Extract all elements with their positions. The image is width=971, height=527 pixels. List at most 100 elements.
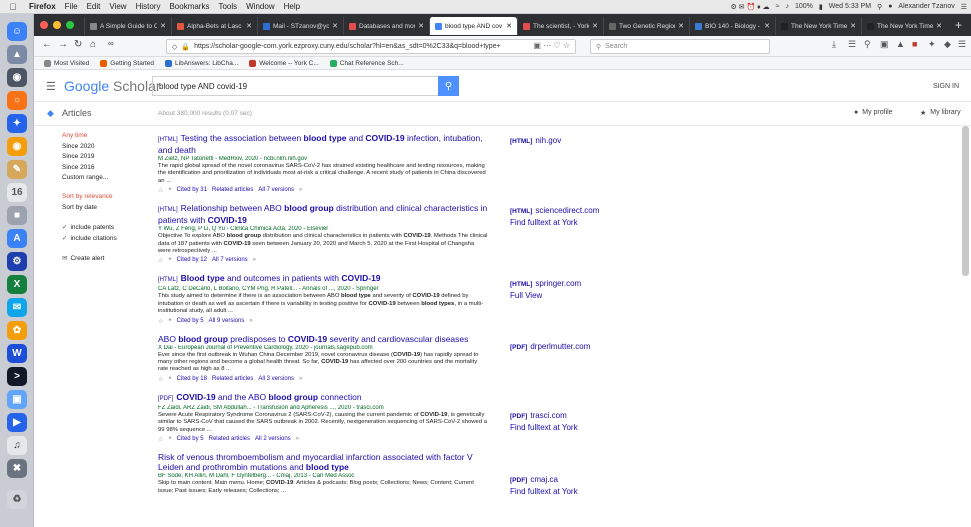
terminal-icon[interactable]: > (7, 367, 27, 386)
new-tab-button[interactable]: + (955, 18, 962, 32)
extension-icon[interactable]: ■ (912, 39, 917, 49)
photos-icon[interactable]: ✿ (7, 321, 27, 340)
trash-icon[interactable]: ♻ (7, 490, 27, 509)
page-scrollbar[interactable] (962, 126, 969, 276)
browser-tab[interactable]: Databases and mor ✕ (343, 17, 429, 35)
zoom-window-button[interactable] (66, 21, 74, 29)
browser-tab[interactable]: The New York Time ✕ (861, 17, 947, 35)
more-icon[interactable]: » (253, 257, 256, 264)
all-versions-link[interactable]: All 3 versions (258, 376, 294, 383)
fulltext-link[interactable]: [PDF] drperlmutter.com (510, 341, 590, 353)
tab-close-icon[interactable]: ✕ (506, 22, 512, 30)
find-fulltext-link[interactable]: Find fulltext at York (510, 422, 578, 433)
home-button[interactable]: ⌂ (90, 39, 96, 50)
status-icons[interactable]: ⚙ ✉ ⏰ ♦ ☁ (730, 3, 769, 11)
wifi-icon[interactable]: ≈ (776, 3, 780, 10)
result-title[interactable]: [HTML] Blood type and outcomes in patient… (158, 273, 488, 285)
browser-tab[interactable]: The scientist, - York ✕ (517, 17, 603, 35)
fulltext-link[interactable]: [PDF] trasci.com Find fulltext at York (510, 410, 578, 433)
result-title[interactable]: [HTML] Testing the association between bl… (158, 133, 488, 155)
my-profile-link[interactable]: ● My profile (854, 109, 893, 116)
bookmark-item[interactable]: Chat Reference Sch... (329, 59, 404, 67)
url-bar[interactable]: ◇ 🔒 https://scholar-google-com.york.ezpr… (166, 39, 576, 54)
browser-tab[interactable]: Mail - STzanov@yo ✕ (257, 17, 343, 35)
browser-tab[interactable]: The New York Time ✕ (775, 17, 861, 35)
extension-icon[interactable]: ◆ (944, 39, 951, 50)
finder-icon[interactable]: ☺ (7, 22, 27, 41)
cited-by-link[interactable]: Cited by 5 (177, 318, 204, 325)
extension-icon[interactable]: ▲ (896, 39, 905, 49)
scholar-search-input[interactable]: blood type AND covid-19 (152, 76, 438, 96)
cite-quote-icon[interactable]: ❝ (168, 257, 171, 264)
browser-tab-active[interactable]: blood type AND cov ✕ (429, 17, 517, 35)
save-star-icon[interactable]: ☆ (158, 257, 163, 264)
word-icon[interactable]: W (7, 344, 27, 363)
tab-close-icon[interactable]: ✕ (418, 22, 424, 30)
my-library-link[interactable]: ★ My library (920, 109, 961, 117)
utility-icon[interactable]: ✖ (7, 459, 27, 478)
cite-quote-icon[interactable]: ❝ (168, 187, 171, 194)
zotero-icon[interactable]: ⚲ (864, 39, 871, 50)
find-fulltext-link[interactable]: Find fulltext at York (510, 486, 578, 497)
itunes-icon[interactable]: ♫ (7, 436, 27, 455)
downloads-icon[interactable]: ⤓ (832, 39, 836, 50)
preview-icon[interactable]: ■ (7, 206, 27, 225)
all-versions-link[interactable]: All 9 versions (209, 318, 245, 325)
menu-bookmarks[interactable]: Bookmarks (169, 2, 209, 11)
menu-file[interactable]: File (65, 2, 78, 11)
related-articles-link[interactable]: Related articles (212, 187, 253, 194)
fulltext-link[interactable]: [PDF] cmaj.ca Find fulltext at York (510, 474, 578, 497)
create-alert-link[interactable]: ✉ Create alert (62, 254, 152, 262)
cited-by-link[interactable]: Cited by 31 (177, 187, 207, 194)
articles-label[interactable]: Articles (62, 108, 92, 118)
spotlight-icon[interactable]: ⚲ (877, 3, 882, 11)
bookmark-item[interactable]: Welcome -- York C... (249, 59, 319, 67)
menu-tools[interactable]: Tools (218, 2, 237, 11)
fulltext-link[interactable]: [HTML] sciencedirect.com Find fulltext at … (510, 205, 599, 228)
app-store-icon[interactable]: A (7, 229, 27, 248)
tab-close-icon[interactable]: ✕ (850, 22, 856, 30)
tab-close-icon[interactable]: ✕ (160, 22, 166, 30)
all-versions-link[interactable]: All 2 versions (255, 436, 291, 443)
close-window-button[interactable] (40, 21, 48, 29)
volume-icon[interactable]: ♪ (786, 3, 790, 10)
menu-view[interactable]: View (109, 2, 126, 11)
menu-edit[interactable]: Edit (87, 2, 101, 11)
fulltext-link[interactable]: [HTML] nih.gov (510, 135, 561, 147)
excel-icon[interactable]: X (7, 275, 27, 294)
battery-percent[interactable]: 100% (795, 3, 813, 10)
firefox-icon[interactable]: ○ (7, 91, 27, 110)
tab-close-icon[interactable]: ✕ (246, 22, 252, 30)
cited-by-link[interactable]: Cited by 5 (177, 436, 204, 443)
safari-icon[interactable]: ✦ (7, 114, 27, 133)
zoom-icon[interactable]: ▶ (7, 413, 27, 432)
scholar-search-button[interactable]: ⚲ (438, 76, 459, 96)
system-preferences-icon[interactable]: ⚙ (7, 252, 27, 271)
browser-tab[interactable]: Alpha-Bets at Lasc ✕ (171, 17, 257, 35)
related-articles-link[interactable]: Related articles (212, 376, 253, 383)
forward-button[interactable]: → (58, 39, 68, 50)
find-fulltext-link[interactable]: Find fulltext at York (510, 217, 599, 228)
screenshot-icon[interactable]: ▣ (880, 39, 889, 50)
hamburger-menu-icon[interactable]: ☰ (46, 80, 56, 93)
save-star-icon[interactable]: ☆ (158, 376, 163, 383)
more-icon[interactable]: » (299, 187, 302, 194)
save-star-icon[interactable]: ☆ (158, 318, 163, 325)
bookmark-item[interactable]: LibAnswers: LibCha... (165, 59, 238, 67)
menu-window[interactable]: Window (246, 2, 274, 11)
shield-icon[interactable]: ◇ (172, 43, 177, 51)
menu-firefox[interactable]: Firefox (29, 2, 56, 11)
cited-by-link[interactable]: Cited by 18 (177, 376, 207, 383)
save-star-icon[interactable]: ☆ (158, 436, 163, 443)
menu-icon[interactable]: ☰ (958, 39, 966, 50)
filter-since-2019[interactable]: Since 2019 (62, 153, 152, 160)
cite-quote-icon[interactable]: ❝ (168, 436, 171, 443)
app-icon[interactable]: ◉ (7, 68, 27, 87)
lock-icon[interactable]: 🔒 (181, 43, 190, 51)
more-icon[interactable]: » (299, 376, 302, 383)
filter-any-time[interactable]: Any time (62, 132, 152, 139)
reload-button[interactable]: ↻ (74, 39, 82, 50)
more-icon[interactable]: » (296, 436, 299, 443)
apple-menu-icon[interactable]:  (6, 2, 20, 12)
cite-quote-icon[interactable]: ❝ (168, 376, 171, 383)
